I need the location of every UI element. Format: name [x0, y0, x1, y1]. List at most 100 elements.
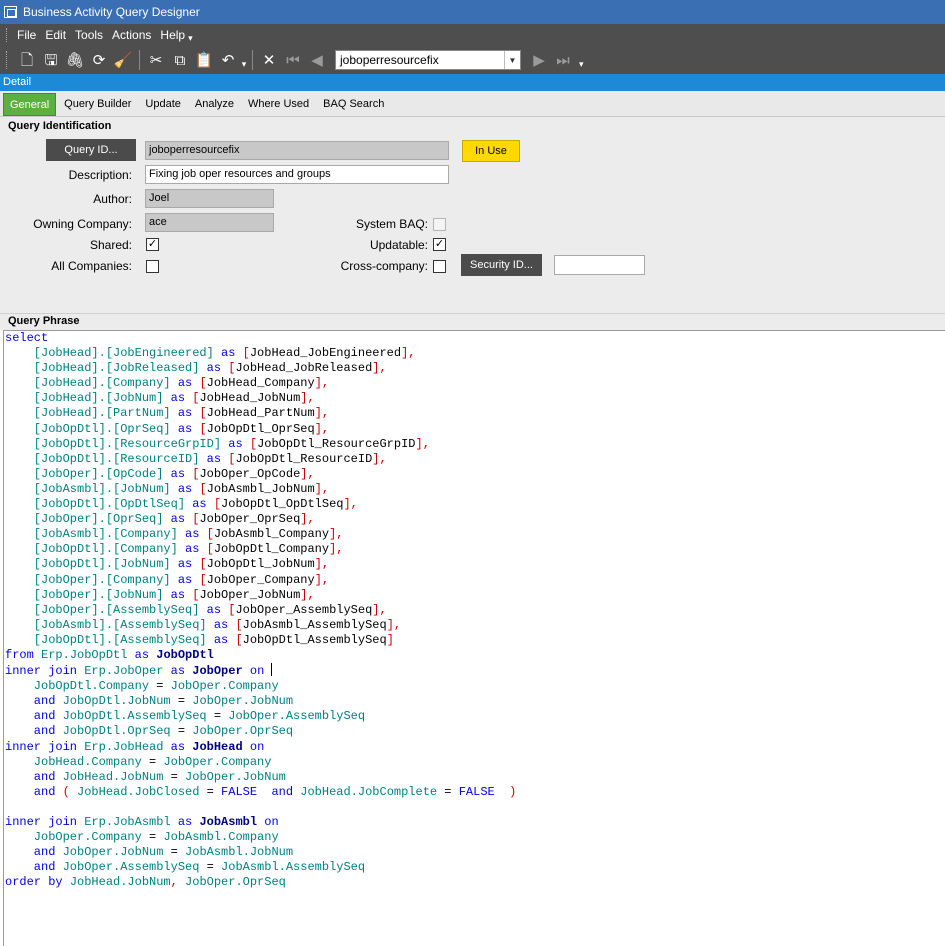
- code-token: JobAsmbl.JobNum: [185, 845, 294, 860]
- code-token: [: [213, 497, 222, 512]
- toolbar-grip[interactable]: [6, 51, 9, 69]
- record-combo[interactable]: joboperresourcefix ▼: [335, 50, 521, 70]
- code-token: JobAsmbl_JobNum: [206, 481, 315, 496]
- query-line: [JobOper].[Company] as [JobOper_Company]…: [5, 573, 945, 588]
- undo-dropdown-icon[interactable]: ▾: [240, 53, 248, 75]
- code-token: JobOper.OprSeq: [185, 875, 286, 890]
- code-token: JobOpDtl_OpDtlSeq: [221, 497, 344, 512]
- menu-overflow-icon[interactable]: ▾: [188, 33, 193, 44]
- undo-icon[interactable]: ↶: [216, 49, 240, 71]
- menu-grip[interactable]: [6, 28, 9, 42]
- query-line: [JobAsmbl].[JobNum] as [JobAsmbl_JobNum]…: [5, 482, 945, 497]
- code-token: JobAsmbl_Company: [213, 527, 330, 542]
- all-companies-checkbox[interactable]: [146, 260, 159, 273]
- description-label: Description:: [68, 168, 132, 182]
- code-token: and: [5, 860, 63, 875]
- query-line: and JobOper.JobNum = JobAsmbl.JobNum: [5, 845, 945, 860]
- code-token: and: [5, 769, 63, 784]
- clear-icon[interactable]: 🧹: [111, 49, 135, 71]
- last-record-icon[interactable]: ⏭: [551, 49, 575, 71]
- save-icon[interactable]: 🖫: [39, 49, 63, 71]
- code-token: [JobOpDtl].[OprSeq]: [5, 421, 171, 436]
- shared-checkbox[interactable]: ✓: [146, 238, 159, 251]
- menu-help[interactable]: Help: [160, 28, 185, 42]
- code-token: =: [163, 845, 186, 860]
- query-id-button[interactable]: Query ID...: [46, 139, 136, 161]
- tab-analyze[interactable]: Analyze: [189, 93, 240, 116]
- all-companies-label: All Companies:: [51, 259, 132, 273]
- query-line: inner join Erp.JobOper as JobOper on: [5, 663, 945, 679]
- query-line: [JobOper].[OpCode] as [JobOper_OpCode],: [5, 467, 945, 482]
- menu-actions[interactable]: Actions: [112, 28, 151, 42]
- query-line: [JobOpDtl].[ResourceGrpID] as [JobOpDtl_…: [5, 437, 945, 452]
- system-baq-checkbox: [433, 218, 446, 231]
- code-token: JobHead_JobReleased: [235, 361, 373, 376]
- query-line: JobOper.Company = JobAsmbl.Company: [5, 830, 945, 845]
- code-token: ],: [314, 406, 330, 421]
- menu-tools[interactable]: Tools: [75, 28, 103, 42]
- code-token: JobHead_PartNum: [206, 406, 315, 421]
- code-token: as: [206, 617, 236, 632]
- refresh-icon[interactable]: ⟳: [87, 49, 111, 71]
- cross-company-checkbox[interactable]: [433, 260, 446, 273]
- query-identification-panel: Query Identification Query ID... joboper…: [0, 117, 945, 315]
- cut-icon[interactable]: ✂: [144, 49, 168, 71]
- security-id-field[interactable]: [554, 255, 645, 275]
- chevron-down-icon[interactable]: ▼: [504, 51, 520, 69]
- code-token: as: [163, 391, 193, 406]
- code-token: ],: [386, 617, 402, 632]
- query-line: [JobAsmbl].[Company] as [JobAsmbl_Compan…: [5, 527, 945, 542]
- code-token: ],: [300, 391, 315, 406]
- code-token: as: [206, 632, 236, 647]
- code-token: as: [185, 497, 214, 512]
- query-line: and ( JobHead.JobClosed = FALSE and JobH…: [5, 785, 945, 800]
- new-icon[interactable]: 🗋: [15, 49, 39, 71]
- next-record-icon[interactable]: ▶: [527, 49, 551, 71]
- tab-where-used[interactable]: Where Used: [242, 93, 315, 116]
- attach-icon[interactable]: 🖇: [63, 49, 87, 71]
- query-line: [JobOpDtl].[AssemblySeq] as [JobOpDtl_As…: [5, 633, 945, 648]
- menu-file[interactable]: File: [17, 28, 36, 42]
- previous-record-icon[interactable]: ◀: [305, 49, 329, 71]
- code-token: JobAsmbl.Company: [163, 830, 279, 845]
- paste-icon[interactable]: 📋: [192, 49, 216, 71]
- code-token: [JobHead].[JobNum]: [5, 391, 164, 406]
- code-token: JobOpDtl: [156, 647, 214, 662]
- code-token: ]: [386, 632, 394, 647]
- updatable-checkbox[interactable]: ✓: [433, 238, 446, 251]
- tab-query-builder[interactable]: Query Builder: [58, 93, 137, 116]
- code-token: JobOper.AssemblySeq: [228, 709, 366, 724]
- tab-general[interactable]: General: [3, 93, 57, 116]
- code-token: inner join: [5, 739, 85, 754]
- code-token: [JobAsmbl].[AssemblySeq]: [5, 617, 207, 632]
- code-token: JobHead.JobComplete: [300, 784, 438, 799]
- code-token: [: [206, 542, 214, 557]
- owning-company-label: Owning Company:: [33, 217, 132, 231]
- cross-company-label: Cross-company:: [340, 259, 428, 273]
- query-line: [JobOpDtl].[OpDtlSeq] as [JobOpDtl_OpDtl…: [5, 497, 945, 512]
- security-id-button[interactable]: Security ID...: [461, 254, 542, 276]
- code-token: as: [170, 481, 200, 496]
- toolbar-overflow-icon[interactable]: ▾: [579, 59, 584, 70]
- code-token: Erp.JobAsmbl: [84, 815, 171, 829]
- query-phrase-editor[interactable]: select [JobHead].[JobEngineered] as [Job…: [3, 330, 945, 946]
- first-record-icon[interactable]: ⏮: [281, 49, 305, 71]
- code-token: as: [170, 421, 200, 436]
- code-token: JobHead_JobEngineered: [249, 346, 402, 361]
- delete-icon[interactable]: ✕: [257, 49, 281, 71]
- code-token: [: [249, 436, 258, 451]
- description-field[interactable]: Fixing job oper resources and groups: [145, 165, 449, 184]
- code-token: JobOpDtl_ResourceGrpID: [257, 436, 416, 451]
- code-token: order by: [5, 875, 70, 890]
- code-token: on: [242, 739, 265, 754]
- code-token: ],: [314, 557, 330, 572]
- code-token: =: [170, 724, 193, 739]
- code-token: from: [5, 647, 42, 662]
- menu-edit[interactable]: Edit: [45, 28, 66, 42]
- code-token: [: [199, 376, 207, 391]
- code-token: JobOper_OprSeq: [199, 512, 301, 527]
- code-token: as: [177, 527, 207, 542]
- tab-update[interactable]: Update: [139, 93, 186, 116]
- copy-icon[interactable]: ⧉: [168, 49, 192, 71]
- tab-baq-search[interactable]: BAQ Search: [317, 93, 390, 116]
